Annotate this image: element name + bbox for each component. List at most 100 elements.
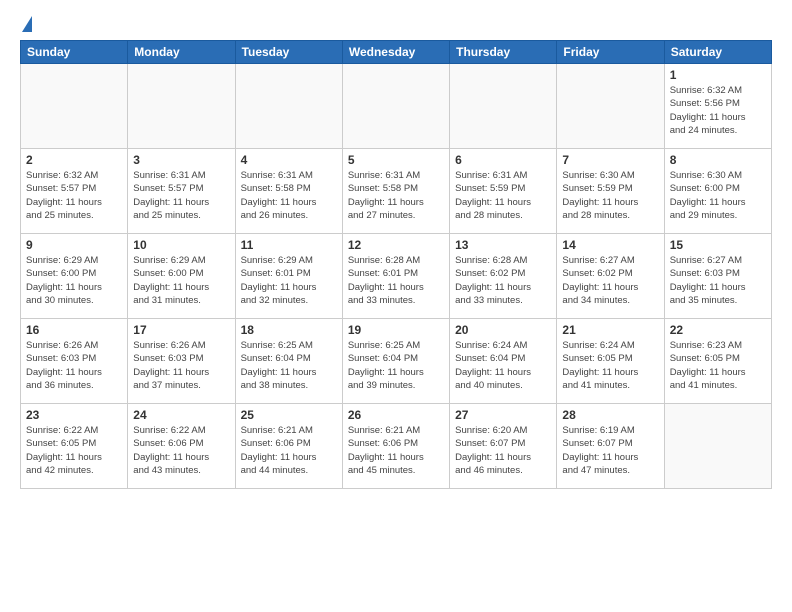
day-info: Sunrise: 6:31 AM Sunset: 5:59 PM Dayligh… <box>455 169 551 222</box>
day-info: Sunrise: 6:32 AM Sunset: 5:57 PM Dayligh… <box>26 169 122 222</box>
calendar-header-monday: Monday <box>128 41 235 64</box>
calendar-cell <box>235 64 342 149</box>
calendar-cell: 18 Sunrise: 6:25 AM Sunset: 6:04 PM Dayli… <box>235 319 342 404</box>
calendar-cell: 1 Sunrise: 6:32 AM Sunset: 5:56 PM Daylig… <box>664 64 771 149</box>
day-info: Sunrise: 6:22 AM Sunset: 6:06 PM Dayligh… <box>133 424 229 477</box>
calendar-header-friday: Friday <box>557 41 664 64</box>
day-info: Sunrise: 6:19 AM Sunset: 6:07 PM Dayligh… <box>562 424 658 477</box>
day-number: 19 <box>348 323 444 337</box>
day-info: Sunrise: 6:28 AM Sunset: 6:02 PM Dayligh… <box>455 254 551 307</box>
day-number: 10 <box>133 238 229 252</box>
logo-triangle-icon <box>22 16 32 32</box>
calendar-week-4: 23 Sunrise: 6:22 AM Sunset: 6:05 PM Dayli… <box>21 404 772 489</box>
day-info: Sunrise: 6:26 AM Sunset: 6:03 PM Dayligh… <box>26 339 122 392</box>
day-info: Sunrise: 6:25 AM Sunset: 6:04 PM Dayligh… <box>241 339 337 392</box>
day-number: 11 <box>241 238 337 252</box>
calendar-header-row: SundayMondayTuesdayWednesdayThursdayFrid… <box>21 41 772 64</box>
day-number: 26 <box>348 408 444 422</box>
day-info: Sunrise: 6:31 AM Sunset: 5:58 PM Dayligh… <box>241 169 337 222</box>
calendar-header-thursday: Thursday <box>450 41 557 64</box>
calendar-week-2: 9Sunrise: 6:29 AM Sunset: 6:00 PM Daylig… <box>21 234 772 319</box>
calendar-cell: 22 Sunrise: 6:23 AM Sunset: 6:05 PM Dayli… <box>664 319 771 404</box>
page: SundayMondayTuesdayWednesdayThursdayFrid… <box>0 0 792 612</box>
logo <box>20 16 32 32</box>
calendar-cell: 11 Sunrise: 6:29 AM Sunset: 6:01 PM Dayli… <box>235 234 342 319</box>
calendar-header-sunday: Sunday <box>21 41 128 64</box>
calendar-cell: 19 Sunrise: 6:25 AM Sunset: 6:04 PM Dayli… <box>342 319 449 404</box>
calendar-cell: 14 Sunrise: 6:27 AM Sunset: 6:02 PM Dayli… <box>557 234 664 319</box>
day-info: Sunrise: 6:22 AM Sunset: 6:05 PM Dayligh… <box>26 424 122 477</box>
calendar-cell: 16Sunrise: 6:26 AM Sunset: 6:03 PM Dayli… <box>21 319 128 404</box>
day-number: 22 <box>670 323 766 337</box>
day-number: 21 <box>562 323 658 337</box>
day-info: Sunrise: 6:23 AM Sunset: 6:05 PM Dayligh… <box>670 339 766 392</box>
day-number: 5 <box>348 153 444 167</box>
header <box>20 16 772 32</box>
day-info: Sunrise: 6:28 AM Sunset: 6:01 PM Dayligh… <box>348 254 444 307</box>
day-info: Sunrise: 6:26 AM Sunset: 6:03 PM Dayligh… <box>133 339 229 392</box>
day-info: Sunrise: 6:31 AM Sunset: 5:58 PM Dayligh… <box>348 169 444 222</box>
day-info: Sunrise: 6:21 AM Sunset: 6:06 PM Dayligh… <box>348 424 444 477</box>
day-number: 20 <box>455 323 551 337</box>
calendar-cell: 10 Sunrise: 6:29 AM Sunset: 6:00 PM Dayli… <box>128 234 235 319</box>
calendar-cell: 27Sunrise: 6:20 AM Sunset: 6:07 PM Dayli… <box>450 404 557 489</box>
calendar-cell: 24 Sunrise: 6:22 AM Sunset: 6:06 PM Dayli… <box>128 404 235 489</box>
day-info: Sunrise: 6:30 AM Sunset: 5:59 PM Dayligh… <box>562 169 658 222</box>
day-number: 24 <box>133 408 229 422</box>
calendar-cell: 8 Sunrise: 6:30 AM Sunset: 6:00 PM Daylig… <box>664 149 771 234</box>
calendar-cell: 6 Sunrise: 6:31 AM Sunset: 5:59 PM Daylig… <box>450 149 557 234</box>
calendar-header-wednesday: Wednesday <box>342 41 449 64</box>
calendar-cell: 17Sunrise: 6:26 AM Sunset: 6:03 PM Dayli… <box>128 319 235 404</box>
day-number: 7 <box>562 153 658 167</box>
calendar-cell: 3 Sunrise: 6:31 AM Sunset: 5:57 PM Daylig… <box>128 149 235 234</box>
day-info: Sunrise: 6:30 AM Sunset: 6:00 PM Dayligh… <box>670 169 766 222</box>
day-info: Sunrise: 6:29 AM Sunset: 6:00 PM Dayligh… <box>133 254 229 307</box>
calendar-cell: 7 Sunrise: 6:30 AM Sunset: 5:59 PM Daylig… <box>557 149 664 234</box>
day-number: 18 <box>241 323 337 337</box>
day-number: 15 <box>670 238 766 252</box>
calendar-cell: 26 Sunrise: 6:21 AM Sunset: 6:06 PM Dayli… <box>342 404 449 489</box>
calendar-cell <box>21 64 128 149</box>
day-number: 3 <box>133 153 229 167</box>
day-info: Sunrise: 6:21 AM Sunset: 6:06 PM Dayligh… <box>241 424 337 477</box>
calendar-cell: 28 Sunrise: 6:19 AM Sunset: 6:07 PM Dayli… <box>557 404 664 489</box>
day-number: 23 <box>26 408 122 422</box>
calendar-week-1: 2 Sunrise: 6:32 AM Sunset: 5:57 PM Daylig… <box>21 149 772 234</box>
day-info: Sunrise: 6:29 AM Sunset: 6:00 PM Dayligh… <box>26 254 122 307</box>
calendar-cell: 2 Sunrise: 6:32 AM Sunset: 5:57 PM Daylig… <box>21 149 128 234</box>
calendar-cell: 15 Sunrise: 6:27 AM Sunset: 6:03 PM Dayli… <box>664 234 771 319</box>
calendar-cell <box>557 64 664 149</box>
calendar-cell <box>664 404 771 489</box>
day-info: Sunrise: 6:31 AM Sunset: 5:57 PM Dayligh… <box>133 169 229 222</box>
day-number: 2 <box>26 153 122 167</box>
calendar-cell <box>450 64 557 149</box>
day-number: 12 <box>348 238 444 252</box>
calendar-header-saturday: Saturday <box>664 41 771 64</box>
calendar-cell: 5 Sunrise: 6:31 AM Sunset: 5:58 PM Daylig… <box>342 149 449 234</box>
day-number: 6 <box>455 153 551 167</box>
day-number: 27 <box>455 408 551 422</box>
day-info: Sunrise: 6:32 AM Sunset: 5:56 PM Dayligh… <box>670 84 766 137</box>
day-number: 14 <box>562 238 658 252</box>
calendar-cell: 25 Sunrise: 6:21 AM Sunset: 6:06 PM Dayli… <box>235 404 342 489</box>
calendar: SundayMondayTuesdayWednesdayThursdayFrid… <box>20 40 772 489</box>
day-info: Sunrise: 6:27 AM Sunset: 6:03 PM Dayligh… <box>670 254 766 307</box>
day-info: Sunrise: 6:27 AM Sunset: 6:02 PM Dayligh… <box>562 254 658 307</box>
day-info: Sunrise: 6:29 AM Sunset: 6:01 PM Dayligh… <box>241 254 337 307</box>
day-number: 28 <box>562 408 658 422</box>
day-number: 8 <box>670 153 766 167</box>
calendar-cell <box>128 64 235 149</box>
calendar-cell: 12 Sunrise: 6:28 AM Sunset: 6:01 PM Dayli… <box>342 234 449 319</box>
calendar-cell: 9Sunrise: 6:29 AM Sunset: 6:00 PM Daylig… <box>21 234 128 319</box>
day-info: Sunrise: 6:24 AM Sunset: 6:04 PM Dayligh… <box>455 339 551 392</box>
calendar-cell <box>342 64 449 149</box>
calendar-cell: 23 Sunrise: 6:22 AM Sunset: 6:05 PM Dayli… <box>21 404 128 489</box>
day-number: 25 <box>241 408 337 422</box>
day-info: Sunrise: 6:25 AM Sunset: 6:04 PM Dayligh… <box>348 339 444 392</box>
calendar-week-0: 1 Sunrise: 6:32 AM Sunset: 5:56 PM Daylig… <box>21 64 772 149</box>
day-number: 1 <box>670 68 766 82</box>
calendar-cell: 20 Sunrise: 6:24 AM Sunset: 6:04 PM Dayli… <box>450 319 557 404</box>
day-number: 4 <box>241 153 337 167</box>
calendar-cell: 21Sunrise: 6:24 AM Sunset: 6:05 PM Dayli… <box>557 319 664 404</box>
calendar-cell: 13Sunrise: 6:28 AM Sunset: 6:02 PM Dayli… <box>450 234 557 319</box>
